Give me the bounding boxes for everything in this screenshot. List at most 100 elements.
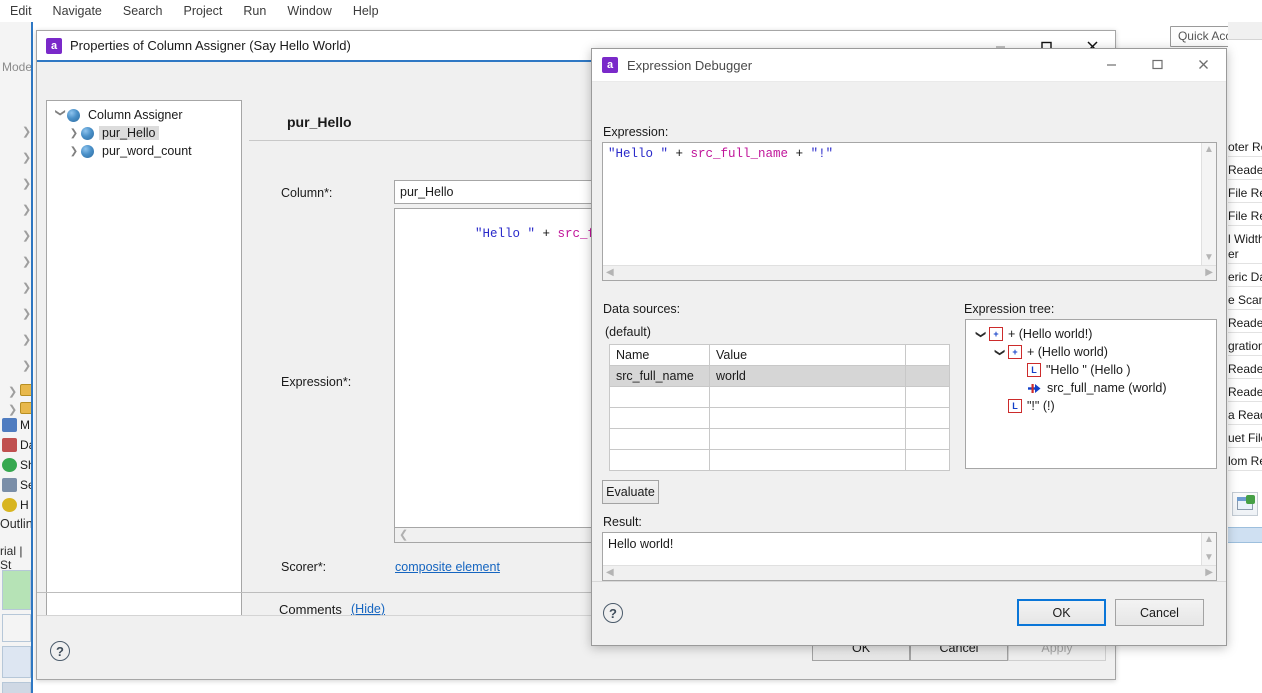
menu-item-search[interactable]: Search — [123, 4, 163, 18]
tree-twisty-icon[interactable]: ❯ — [22, 361, 31, 372]
table-row[interactable] — [609, 386, 950, 408]
data-sources-table-wrap[interactable]: Name Value src_full_name world — [609, 344, 950, 471]
help-icon[interactable]: ? — [603, 603, 623, 623]
node-repository-item[interactable]: a Reade — [1228, 408, 1262, 422]
table-row[interactable] — [609, 428, 950, 450]
tree-twisty-icon[interactable]: ❯ — [22, 231, 31, 242]
rail-node-item[interactable]: H — [2, 498, 29, 512]
column-tree-panel[interactable]: ❯ Column Assigner ❯ pur_Hello ❯ pur_word… — [46, 100, 242, 660]
ok-button[interactable]: OK — [1017, 599, 1106, 626]
expr-tree-node-literal-bang[interactable]: L "!" (!) — [972, 397, 1216, 415]
editor-tab-strip[interactable]: rial | St — [0, 544, 31, 572]
cell-name[interactable] — [609, 386, 710, 408]
node-repository-item[interactable]: File Rea — [1228, 186, 1262, 200]
cell-name[interactable] — [609, 407, 710, 429]
table-row[interactable] — [609, 449, 950, 471]
help-icon[interactable]: ? — [50, 641, 70, 661]
evaluate-button[interactable]: Evaluate — [602, 480, 659, 504]
maximize-icon[interactable] — [1134, 49, 1180, 80]
expression-tree[interactable]: ❯ + + (Hello world!) ❯ + + (Hello world)… — [966, 320, 1216, 468]
node-repository-item[interactable]: gration — [1228, 339, 1262, 353]
scorer-link[interactable]: composite element — [395, 560, 500, 574]
tree-twisty-icon[interactable]: ❯ — [22, 205, 31, 216]
node-repository-item[interactable]: uet File — [1228, 431, 1262, 445]
expression-text[interactable]: "Hello " + src_full_name + "!" — [608, 147, 833, 161]
expr-tree-node-root[interactable]: ❯ + + (Hello world!) — [972, 325, 1216, 343]
tree-twisty-icon[interactable]: ❯ — [22, 179, 31, 190]
tree-twisty-icon[interactable]: ❯ — [22, 127, 31, 138]
menu-item-project[interactable]: Project — [184, 4, 223, 18]
tree-twisty-icon[interactable]: ❯ — [22, 283, 31, 294]
chevron-down-icon[interactable]: ❯ — [994, 344, 1005, 361]
expr-tree-node-sum[interactable]: ❯ + + (Hello world) — [972, 343, 1216, 361]
expression-debugger-titlebar[interactable]: a Expression Debugger — [592, 49, 1226, 82]
menu-item-help[interactable]: Help — [353, 4, 379, 18]
menu-item-edit[interactable]: Edit — [10, 4, 32, 18]
menu-item-run[interactable]: Run — [243, 4, 266, 18]
node-repository-item[interactable]: e Scan — [1228, 293, 1262, 307]
cell-value[interactable] — [709, 386, 906, 408]
scroll-up-icon[interactable]: ▲ — [1204, 145, 1214, 155]
cell-name[interactable] — [609, 449, 710, 471]
rail-node-item[interactable]: Da — [2, 438, 31, 452]
tree-twisty-icon[interactable]: ❯ — [8, 387, 17, 398]
expression-hscrollbar[interactable]: ◀ ▶ — [603, 265, 1216, 280]
node-repository-item[interactable]: eric Dat — [1228, 270, 1262, 284]
rail-node-item[interactable]: M — [2, 418, 30, 432]
node-repository-item[interactable]: File Re — [1228, 209, 1262, 223]
chevron-right-icon[interactable]: ❯ — [67, 128, 81, 139]
result-vscrollbar[interactable]: ▲ ▼ — [1201, 533, 1216, 565]
menu-item-navigate[interactable]: Navigate — [53, 4, 102, 18]
node-repository-item[interactable]: l Width — [1228, 232, 1262, 246]
chevron-down-icon[interactable]: ❯ — [975, 326, 986, 343]
tree-item-pur-hello[interactable]: ❯ pur_Hello — [47, 124, 241, 142]
node-repository-item[interactable]: lom Re — [1228, 454, 1262, 468]
outline-view-tab[interactable]: Outlin — [0, 517, 31, 531]
node-repository-item[interactable]: Reader — [1228, 385, 1262, 399]
cell-value[interactable]: world — [709, 365, 906, 387]
tree-twisty-icon[interactable]: ❯ — [22, 335, 31, 346]
data-sources-table[interactable]: Name Value src_full_name world — [609, 344, 950, 471]
scroll-left-icon[interactable]: ◀ — [606, 268, 614, 278]
table-row[interactable]: src_full_name world — [609, 365, 950, 387]
ide-menu-bar[interactable]: Edit Navigate Search Project Run Window … — [0, 0, 1262, 22]
cell-value[interactable] — [709, 407, 906, 429]
cell-value[interactable] — [709, 449, 906, 471]
expression-input-pane[interactable]: "Hello " + src_full_name + "!" ▲ ▼ ◀ ▶ — [602, 142, 1217, 281]
chevron-right-icon[interactable]: ❯ — [67, 146, 81, 157]
comments-hide-toggle[interactable]: (Hide) — [351, 602, 385, 616]
expr-tree-node-variable[interactable]: src_full_name (world) — [972, 379, 1216, 397]
scroll-down-icon[interactable]: ▼ — [1204, 553, 1214, 563]
new-workflow-icon[interactable] — [1232, 492, 1258, 516]
tree-twisty-icon[interactable]: ❯ — [8, 405, 17, 416]
scroll-down-icon[interactable]: ▼ — [1204, 253, 1214, 263]
debugger-window-controls[interactable] — [1088, 49, 1226, 80]
cell-value[interactable] — [709, 428, 906, 450]
cell-name[interactable] — [609, 428, 710, 450]
expression-tree-panel[interactable]: ❯ + + (Hello world!) ❯ + + (Hello world)… — [965, 319, 1217, 469]
scroll-up-icon[interactable]: ▲ — [1204, 535, 1214, 545]
table-row[interactable] — [609, 407, 950, 429]
result-hscrollbar[interactable]: ◀ ▶ — [603, 565, 1216, 580]
node-repository-item[interactable]: Reader — [1228, 362, 1262, 376]
expr-tree-node-literal-hello[interactable]: L "Hello " (Hello ) — [972, 361, 1216, 379]
expression-vscrollbar[interactable]: ▲ ▼ — [1201, 143, 1216, 265]
left-explorer-rail[interactable]: Mode ❯ ❯ ❯ ❯ ❯ ❯ ❯ ❯ ❯ ❯ ❯ ❯ M Da Sh Se — [0, 22, 33, 693]
node-repository-item[interactable]: er — [1228, 247, 1239, 261]
tree-twisty-icon[interactable]: ❯ — [22, 257, 31, 268]
rail-node-item[interactable]: Sh — [2, 458, 31, 472]
cancel-button[interactable]: Cancel — [1115, 599, 1204, 626]
rail-node-item[interactable]: Se — [2, 478, 31, 492]
tree-item-pur-word-count[interactable]: ❯ pur_word_count — [47, 142, 241, 160]
node-repository-item[interactable]: oter Rea — [1228, 140, 1262, 154]
scroll-right-icon[interactable]: ▶ — [1205, 268, 1213, 278]
scroll-left-icon[interactable]: ❮ — [399, 528, 408, 541]
tree-twisty-icon[interactable]: ❯ — [22, 153, 31, 164]
column-header-value[interactable]: Value — [709, 344, 906, 366]
close-icon[interactable] — [1180, 49, 1226, 80]
selected-node-row[interactable] — [1228, 527, 1262, 543]
result-pane[interactable]: Hello world! ▲ ▼ ◀ ▶ — [602, 532, 1217, 581]
cell-name[interactable]: src_full_name — [609, 365, 710, 387]
node-repository-panel[interactable]: oter Rea Reade File Rea File Re l Width … — [1228, 22, 1262, 693]
tree-item-column-assigner[interactable]: ❯ Column Assigner — [47, 106, 241, 124]
